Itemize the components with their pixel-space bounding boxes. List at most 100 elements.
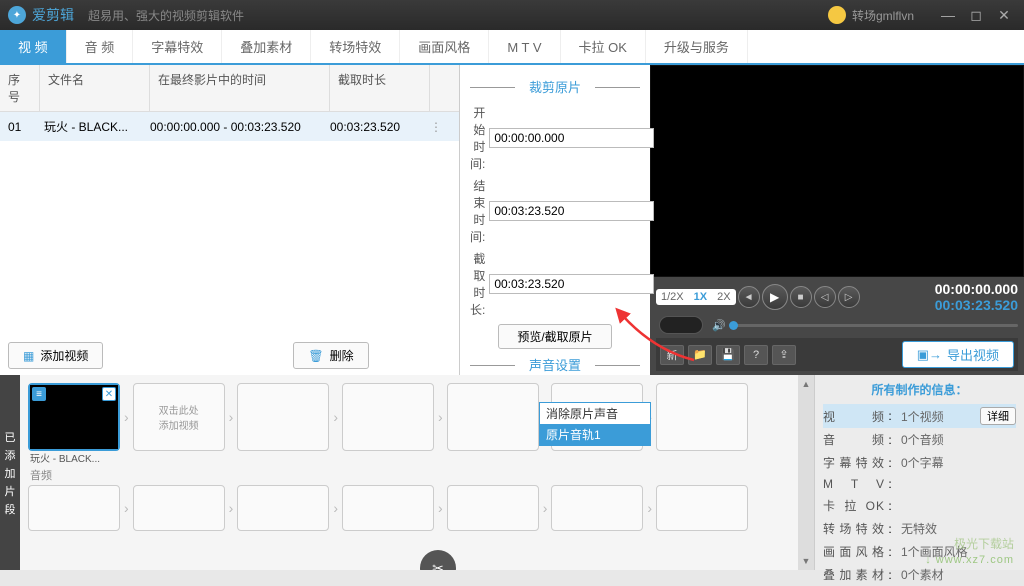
- open-button[interactable]: 📁: [688, 345, 712, 365]
- speed-half[interactable]: 1/2X: [656, 289, 689, 305]
- tab-transition[interactable]: 转场特效: [311, 30, 400, 63]
- tab-karaoke[interactable]: 卡拉 OK: [561, 30, 646, 63]
- trash-icon: 🗑: [308, 349, 323, 363]
- cut-dur-label: 截取时长:: [470, 250, 485, 318]
- preview-volume-icon: 🔊: [712, 319, 726, 332]
- maximize-button[interactable]: ◻: [964, 3, 988, 27]
- clip-row[interactable]: 01 玩火 - BLACK... 00:00:00.000 - 00:03:23…: [0, 112, 459, 141]
- info-title: 所有制作的信息：: [823, 381, 1016, 398]
- step-fwd-button[interactable]: ▷: [838, 286, 860, 308]
- info-row[interactable]: 卡 拉 OK:: [823, 494, 1016, 517]
- jog-wheel[interactable]: [659, 316, 703, 334]
- preview-cut-button[interactable]: 预览/截取原片: [498, 324, 611, 349]
- share-button[interactable]: ⇪: [772, 345, 796, 365]
- preview-panel: 1/2X 1X 2X ◄ ▶ ■ ◁ ▷ 00:00:00.000 00:03:…: [650, 65, 1024, 375]
- info-row[interactable]: 转场特效:无特效: [823, 517, 1016, 540]
- track-option-1[interactable]: 原片音轨1: [540, 424, 650, 445]
- col-duration: 截取时长: [330, 65, 430, 111]
- info-row[interactable]: 视 频:1个视频详细: [823, 404, 1016, 428]
- timeline: ≡ ✕ 玩火 - BLACK... › 双击此处 添加视频 › › › › › …: [20, 375, 798, 570]
- minimize-button[interactable]: —: [936, 3, 960, 27]
- track-option-mute[interactable]: 消除原片声音: [540, 403, 650, 424]
- save-button[interactable]: 💾: [716, 345, 740, 365]
- tab-upgrade[interactable]: 升级与服务: [646, 30, 748, 63]
- export-icon: ▣→: [917, 347, 942, 363]
- video-preview[interactable]: [650, 65, 1024, 277]
- speed-toggle: 1/2X 1X 2X: [656, 289, 736, 305]
- crop-section-title: 裁剪原片: [470, 77, 640, 96]
- cut-tool-icon[interactable]: ✂: [420, 550, 456, 570]
- cell-duration: 00:03:23.520: [330, 120, 430, 134]
- clip-name-label: 玩火 - BLACK...: [30, 450, 122, 465]
- timeline-empty-slot[interactable]: [342, 383, 434, 451]
- row-more-icon[interactable]: ⋮: [430, 120, 442, 134]
- new-project-button[interactable]: 新: [660, 345, 684, 365]
- end-time-label: 结束时间:: [470, 177, 485, 245]
- audio-empty-slot[interactable]: [551, 485, 643, 531]
- timeline-clip-1[interactable]: ≡ ✕ 玩火 - BLACK...: [28, 383, 120, 451]
- end-time-input[interactable]: [489, 201, 654, 221]
- step-back-button[interactable]: ◁: [814, 286, 836, 308]
- timeline-scrollbar[interactable]: ▲▼: [798, 375, 814, 570]
- timeline-empty-slot[interactable]: [237, 383, 329, 451]
- info-row[interactable]: 叠加素材:0个素材: [823, 563, 1016, 586]
- tab-video[interactable]: 视 频: [0, 30, 67, 63]
- export-video-button[interactable]: ▣→导出视频: [902, 341, 1014, 368]
- help-button[interactable]: ?: [744, 345, 768, 365]
- audio-empty-slot[interactable]: [342, 485, 434, 531]
- timeline-side-label: 已添加片段: [0, 375, 20, 570]
- start-time-input[interactable]: [489, 128, 654, 148]
- sound-section-title: 声音设置: [470, 355, 640, 374]
- close-button[interactable]: ✕: [992, 3, 1016, 27]
- track-dropdown: 消除原片声音 原片音轨1: [539, 402, 651, 446]
- audio-empty-slot[interactable]: [28, 485, 120, 531]
- audio-empty-slot[interactable]: [447, 485, 539, 531]
- add-icon: ▦: [23, 349, 34, 363]
- delete-button[interactable]: 🗑删除: [293, 342, 368, 369]
- time-total: 00:03:23.520: [935, 297, 1018, 313]
- audio-empty-slot[interactable]: [656, 485, 748, 531]
- user-avatar-icon[interactable]: [828, 6, 846, 24]
- info-row[interactable]: 画面风格:1个画面风格: [823, 540, 1016, 563]
- add-video-button[interactable]: ▦添加视频: [8, 342, 103, 369]
- info-panel: 所有制作的信息： 视 频:1个视频详细音 频:0个音频字幕特效:0个字幕M T …: [814, 375, 1024, 570]
- app-subtitle: 超易用、强大的视频剪辑软件: [88, 7, 244, 24]
- cell-range: 00:00:00.000 - 00:03:23.520: [150, 120, 330, 134]
- timeline-empty-slot[interactable]: [656, 383, 748, 451]
- stop-button[interactable]: ■: [790, 286, 812, 308]
- audio-empty-slot[interactable]: [133, 485, 225, 531]
- tab-mtv[interactable]: M T V: [489, 30, 560, 63]
- speed-1x[interactable]: 1X: [689, 289, 712, 305]
- audio-empty-slot[interactable]: [237, 485, 329, 531]
- clip-arrow-icon: ›: [124, 409, 129, 425]
- cell-name: 玩火 - BLACK...: [40, 118, 150, 135]
- tab-style[interactable]: 画面风格: [400, 30, 489, 63]
- titlebar: ✦ 爱剪辑 超易用、强大的视频剪辑软件 转场gmlflvn — ◻ ✕: [0, 0, 1024, 30]
- app-logo-icon: ✦: [8, 6, 26, 24]
- tab-audio[interactable]: 音 频: [67, 30, 134, 63]
- clip-table-header: 序号 文件名 在最终影片中的时间 截取时长: [0, 65, 459, 112]
- detail-button[interactable]: 详细: [980, 407, 1016, 425]
- timeline-empty-slot[interactable]: [447, 383, 539, 451]
- seek-slider[interactable]: [732, 324, 1018, 327]
- main-tabs: 视 频 音 频 字幕特效 叠加素材 转场特效 画面风格 M T V 卡拉 OK …: [0, 30, 1024, 65]
- clip-list-panel: 序号 文件名 在最终影片中的时间 截取时长 01 玩火 - BLACK... 0…: [0, 65, 460, 375]
- info-row[interactable]: M T V:: [823, 474, 1016, 494]
- speed-2x[interactable]: 2X: [712, 289, 735, 305]
- prev-frame-button[interactable]: ◄: [738, 286, 760, 308]
- col-filename: 文件名: [40, 65, 150, 111]
- clip-remove-icon[interactable]: ✕: [102, 387, 116, 401]
- tab-subtitle[interactable]: 字幕特效: [133, 30, 222, 63]
- app-name: 爱剪辑: [32, 5, 74, 25]
- info-row[interactable]: 音 频:0个音频: [823, 428, 1016, 451]
- col-range: 在最终影片中的时间: [150, 65, 330, 111]
- clip-menu-icon[interactable]: ≡: [32, 387, 46, 401]
- tab-overlay[interactable]: 叠加素材: [222, 30, 311, 63]
- play-button[interactable]: ▶: [762, 284, 788, 310]
- timeline-empty-slot[interactable]: 双击此处 添加视频: [133, 383, 225, 451]
- cut-dur-input[interactable]: [489, 274, 654, 294]
- cell-no: 01: [0, 120, 40, 134]
- audio-track-label: 音频: [30, 467, 790, 483]
- info-row[interactable]: 字幕特效:0个字幕: [823, 451, 1016, 474]
- user-name[interactable]: 转场gmlflvn: [852, 7, 914, 24]
